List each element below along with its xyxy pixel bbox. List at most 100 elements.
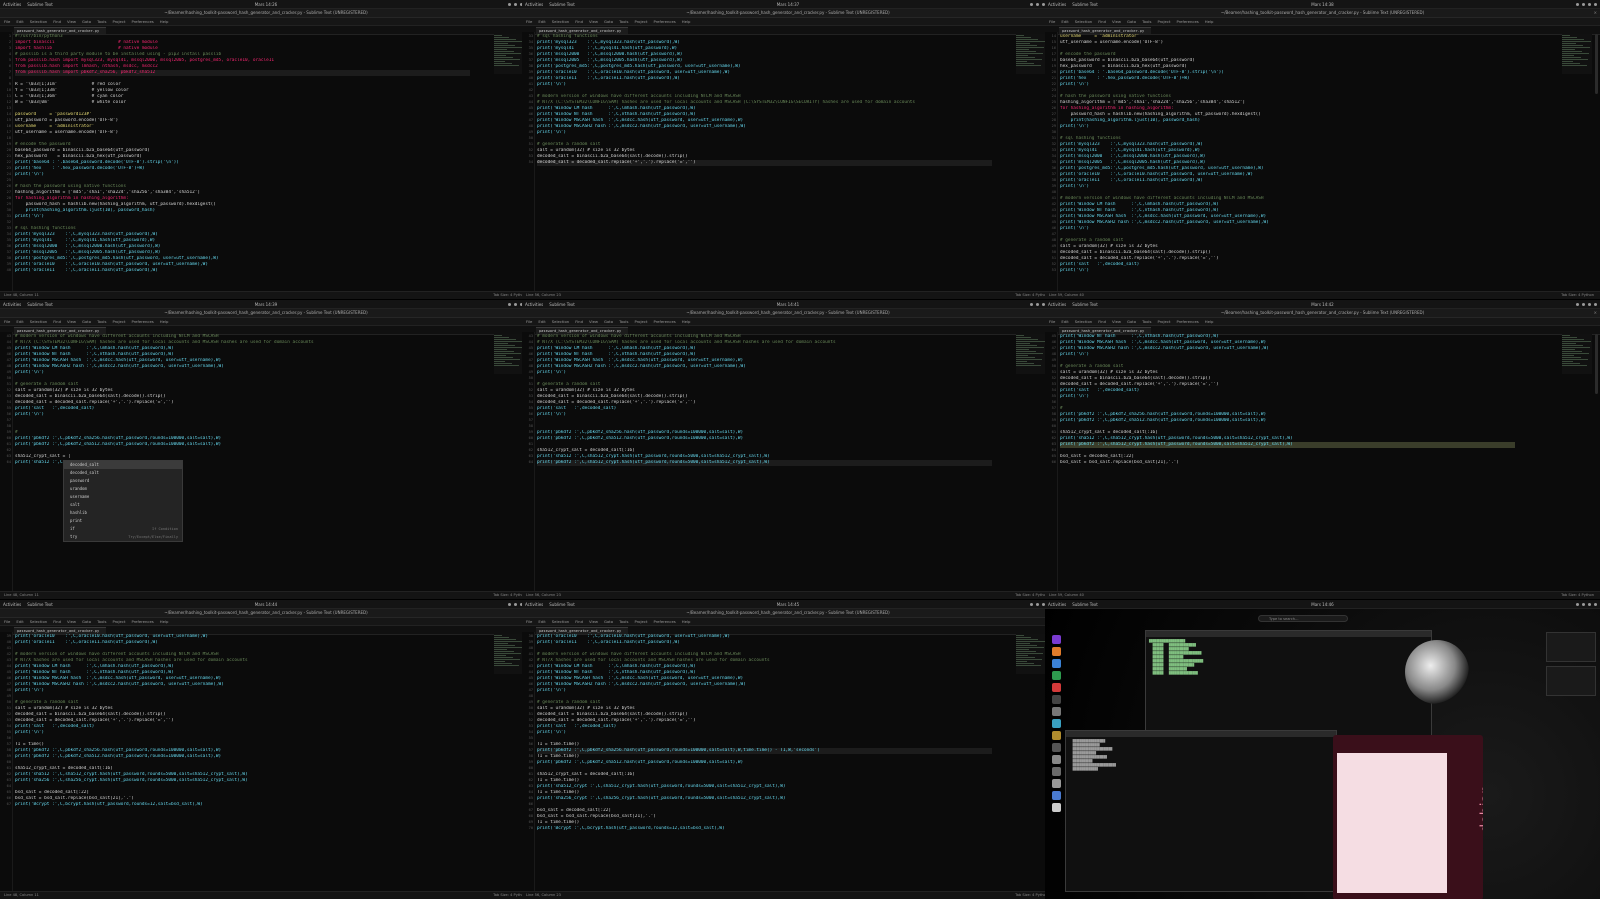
terminal-window-thumb[interactable]: debian: [1333, 735, 1483, 899]
code-line[interactable]: print('\n'): [1060, 268, 1515, 274]
menu-item[interactable]: Goto: [604, 19, 613, 24]
clock[interactable]: Mars 14:41: [777, 302, 799, 307]
menu-item[interactable]: Tools: [619, 319, 628, 324]
minimap[interactable]: [494, 334, 524, 374]
code-line[interactable]: bsd_salt = bsd_salt.replace(bsd_salt[21]…: [1060, 460, 1515, 466]
workspace-thumb[interactable]: [1546, 666, 1596, 696]
menu-item[interactable]: Goto: [82, 19, 91, 24]
menu-item[interactable]: Preferences: [653, 619, 675, 624]
code-area[interactable]: username = 'administrator' utf_username =…: [1060, 34, 1515, 274]
cursor-position[interactable]: Line 59, Column 40: [1049, 292, 1084, 299]
editor-window-thumb[interactable]: ██████████████████ ███████████████ █████…: [1065, 730, 1337, 892]
app-icon[interactable]: [1051, 683, 1061, 692]
workspace-switcher[interactable]: [1546, 632, 1596, 700]
menu-item[interactable]: Find: [53, 319, 61, 324]
search-input[interactable]: Type to search...: [1258, 615, 1348, 622]
minimap[interactable]: [1016, 34, 1046, 74]
app-icon[interactable]: [1051, 743, 1061, 752]
code-editor[interactable]: 45 46 47 48 49 50 51 52 53 54 55 56 57 58 59 60 61 62 63 64…: [1045, 332, 1577, 592]
code-area[interactable]: # modern version of windows have differe…: [537, 334, 992, 466]
tab-size[interactable]: Tab Size: 4: [1015, 893, 1034, 897]
close-icon[interactable]: ×: [1594, 309, 1597, 317]
menu-item[interactable]: Selection: [30, 319, 48, 324]
code-area[interactable]: print('Window NT hash :',C,nthash.hash(u…: [1060, 334, 1515, 466]
app-icon[interactable]: [1051, 695, 1061, 704]
code-editor[interactable]: 43 44 45 46 47 48 49 50 51 52 53 54 55 56 57 58 59 60 61 62…: [522, 332, 1054, 592]
menu-item[interactable]: File: [1049, 19, 1055, 24]
code-area[interactable]: # modern version of windows have differe…: [15, 334, 470, 466]
menu-item[interactable]: Help: [682, 619, 691, 624]
autocomplete-item[interactable]: try Try/Except/Else/Finally: [64, 533, 182, 541]
tab-size[interactable]: Tab Size: 4: [1561, 593, 1580, 597]
activities-button[interactable]: Activities: [525, 602, 543, 607]
menu-item[interactable]: View: [67, 619, 76, 624]
code-area[interactable]: print('oracle10 :',C,oracle10.hash(utf_p…: [537, 634, 992, 832]
menu-item[interactable]: Project: [634, 619, 647, 624]
app-icon[interactable]: [1051, 707, 1061, 716]
app-icon[interactable]: [1051, 671, 1061, 680]
menu-item[interactable]: Find: [575, 19, 583, 24]
menu-item[interactable]: Help: [1205, 19, 1214, 24]
menu-item[interactable]: Project: [112, 19, 125, 24]
menu-item[interactable]: Tools: [97, 319, 106, 324]
minimap[interactable]: [1016, 634, 1046, 674]
code-area[interactable]: #!/usr/bin/python3 import binascii # nati…: [15, 34, 470, 274]
menu-item[interactable]: Find: [575, 319, 583, 324]
autocomplete-item[interactable]: salt: [64, 501, 182, 509]
app-icon[interactable]: [1051, 659, 1061, 668]
cursor-position[interactable]: Line 59, Column 40: [1049, 592, 1084, 599]
menu-item[interactable]: View: [1112, 319, 1121, 324]
syntax-selector[interactable]: Python: [1582, 293, 1594, 297]
app-menu[interactable]: Sublime Text: [549, 2, 575, 7]
activities-button[interactable]: Activities: [1048, 2, 1066, 7]
activities-button[interactable]: Activities: [1048, 302, 1066, 307]
system-tray[interactable]: [1576, 602, 1597, 606]
menu-item[interactable]: Selection: [552, 619, 570, 624]
activities-button[interactable]: Activities: [525, 2, 543, 7]
autocomplete-popup[interactable]: decoded_salt decoded_salt password urandom u…: [63, 460, 183, 542]
menu-item[interactable]: Selection: [30, 19, 48, 24]
syntax-selector[interactable]: Python: [1582, 593, 1594, 597]
activities-button[interactable]: Activities: [525, 302, 543, 307]
app-icon[interactable]: [1051, 767, 1061, 776]
menu-item[interactable]: Selection: [1075, 319, 1093, 324]
minimap[interactable]: [1562, 34, 1592, 74]
menu-item[interactable]: Tools: [97, 619, 106, 624]
menu-item[interactable]: File: [4, 319, 10, 324]
menu-item[interactable]: Find: [53, 19, 61, 24]
app-menu[interactable]: Sublime Text: [27, 2, 53, 7]
code-line[interactable]: print('Bcrypt :',C,bcrypt.hash(utf_passw…: [15, 802, 470, 808]
close-icon[interactable]: ×: [1594, 9, 1597, 17]
menu-item[interactable]: Edit: [16, 619, 23, 624]
code-area[interactable]: print('oracle10 :',C,oracle10.hash(utf_p…: [15, 634, 470, 808]
menu-item[interactable]: Find: [1098, 19, 1106, 24]
app-icon[interactable]: [1051, 803, 1061, 812]
menu-item[interactable]: Goto: [604, 319, 613, 324]
menu-item[interactable]: Preferences: [653, 319, 675, 324]
menu-item[interactable]: View: [1112, 19, 1121, 24]
menu-item[interactable]: Project: [1157, 319, 1170, 324]
cursor-position[interactable]: Line 48, Column 11: [4, 592, 39, 599]
activities-button[interactable]: Activities: [3, 2, 21, 7]
autocomplete-item[interactable]: print: [64, 517, 182, 525]
code-line[interactable]: print('pbkdf2 :',C,sha512_crypt.hash(utf…: [537, 460, 992, 466]
menu-item[interactable]: Selection: [30, 619, 48, 624]
autocomplete-item[interactable]: decoded_salt: [64, 461, 182, 469]
app-menu[interactable]: Sublime Text: [1072, 302, 1098, 307]
menu-item[interactable]: Help: [160, 19, 169, 24]
menu-item[interactable]: View: [589, 319, 598, 324]
tab-size[interactable]: Tab Size: 4: [1561, 293, 1580, 297]
menu-item[interactable]: Preferences: [1176, 19, 1198, 24]
workspace-thumb[interactable]: [1546, 632, 1596, 662]
cursor-position[interactable]: Line 56, Column 23: [526, 292, 561, 299]
menu-item[interactable]: Goto: [82, 619, 91, 624]
menu-item[interactable]: File: [4, 19, 10, 24]
clock[interactable]: Mars 14:38: [1311, 2, 1333, 7]
app-menu[interactable]: Sublime Text: [27, 602, 53, 607]
tab-size[interactable]: Tab Size: 4: [493, 293, 512, 297]
app-icon[interactable]: [1051, 755, 1061, 764]
menu-item[interactable]: Tools: [619, 619, 628, 624]
menu-item[interactable]: Preferences: [131, 319, 153, 324]
menu-item[interactable]: Help: [682, 319, 691, 324]
code-line[interactable]: print('oracle11 :',C,oracle11.hash(utf_p…: [15, 268, 470, 274]
